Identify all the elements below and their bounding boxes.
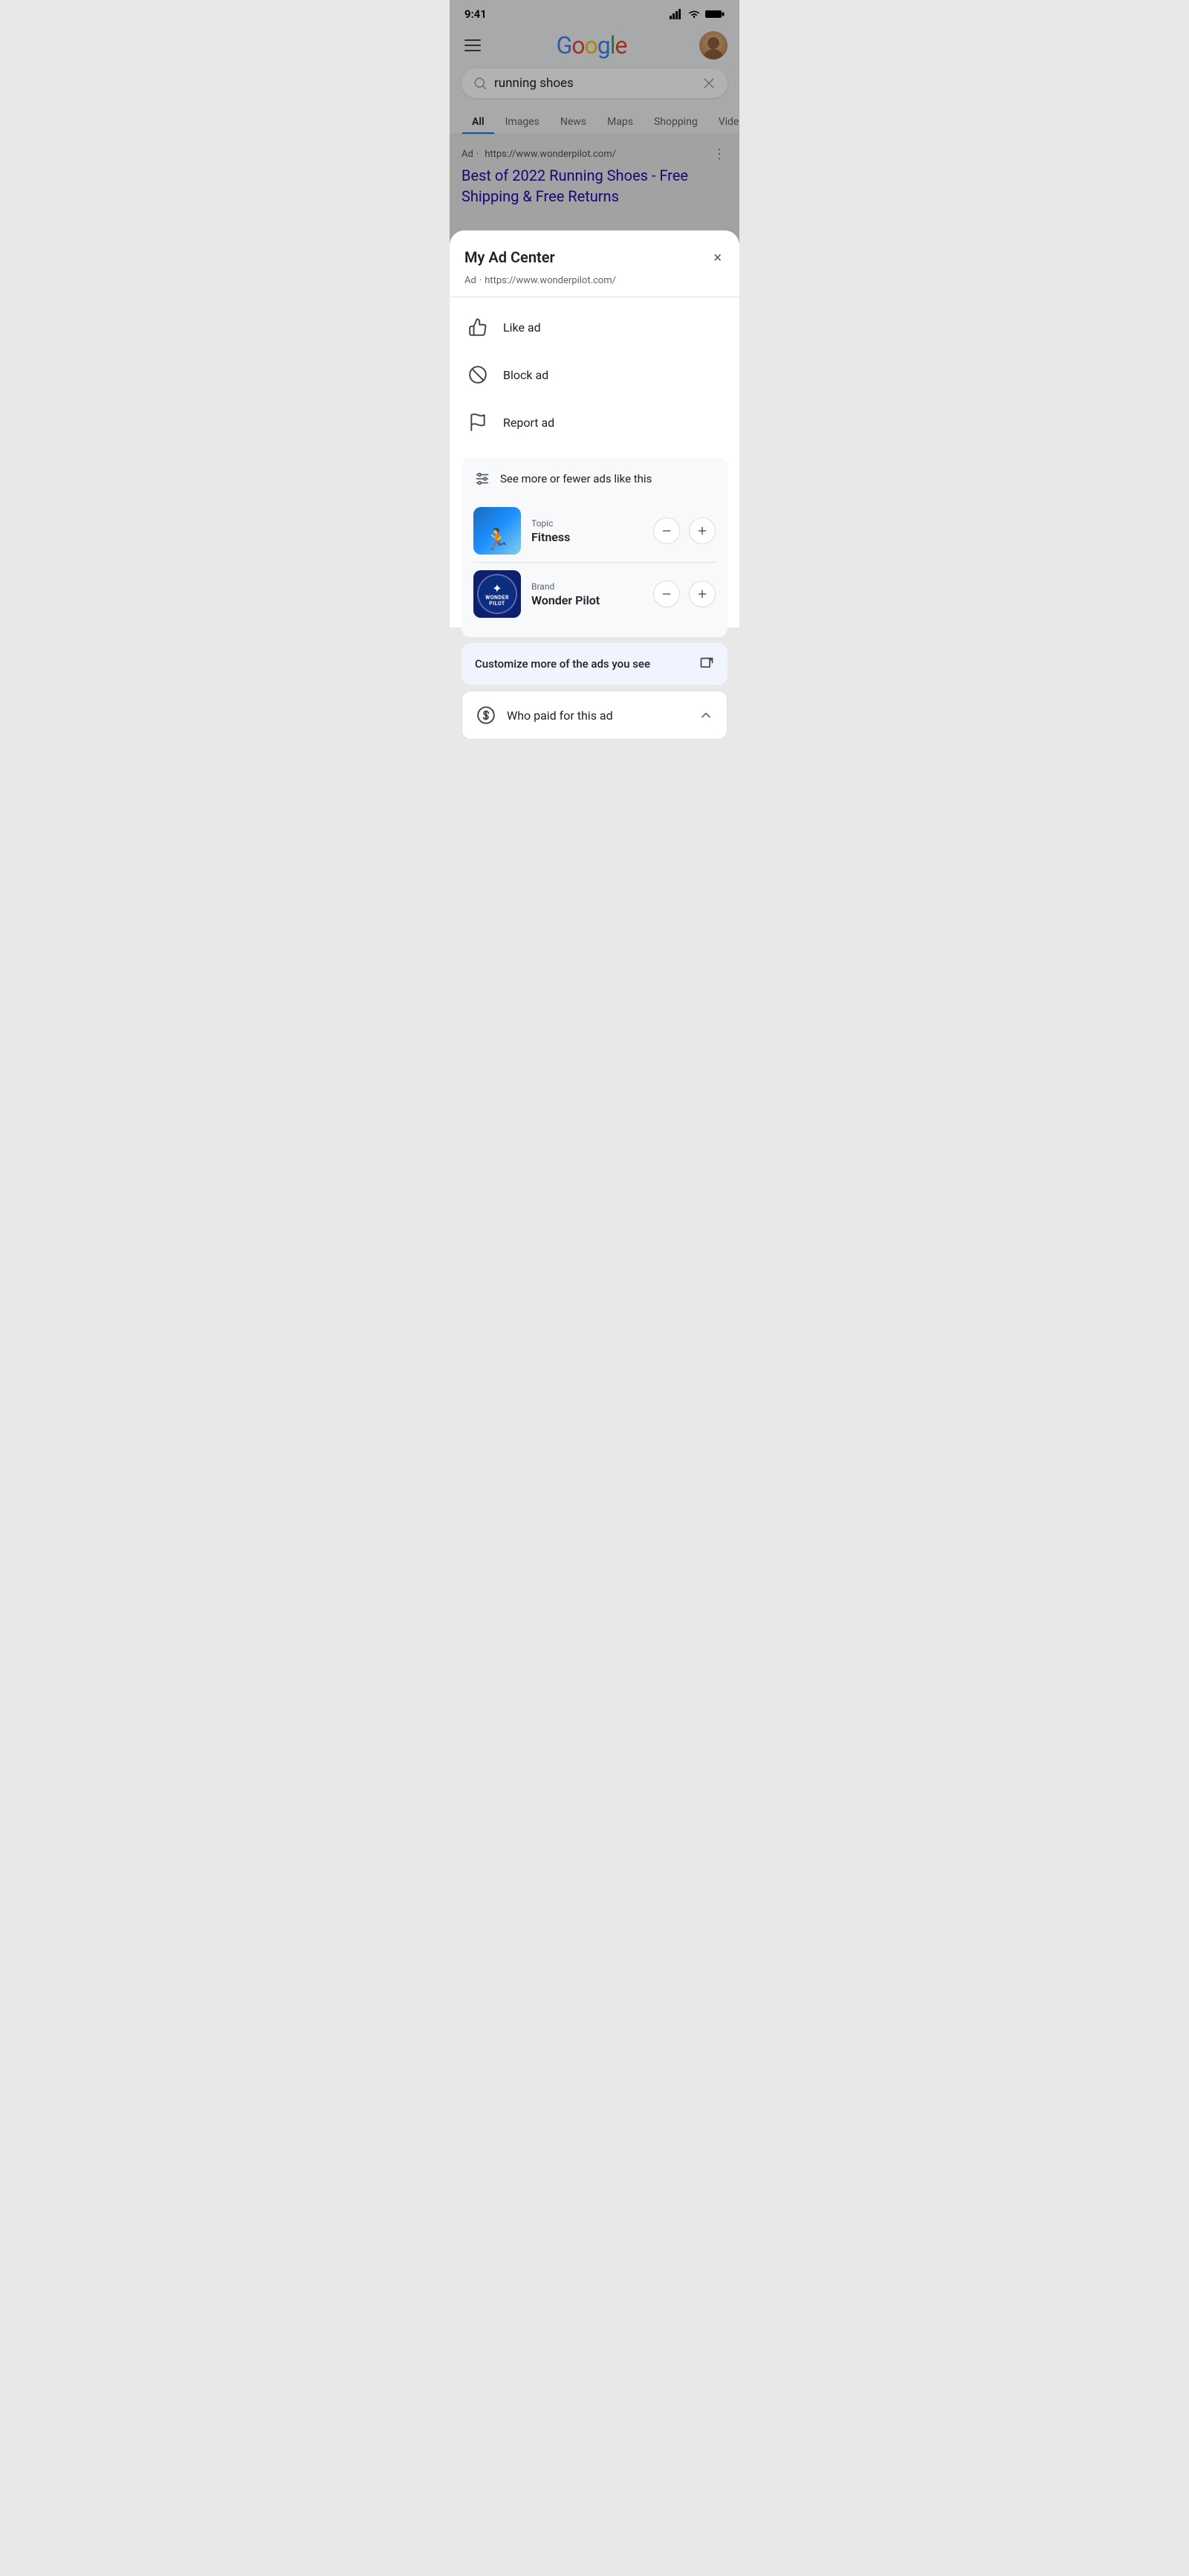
sheet-ad-info: Ad · https://www.wonderpilot.com/ (450, 275, 739, 297)
external-link-icon (699, 656, 714, 671)
pref-card-title: See more or fewer ads like this (500, 472, 652, 485)
brand-name: Wonder Pilot (531, 593, 643, 607)
sliders-icon (473, 470, 491, 488)
brand-controls (653, 581, 716, 607)
brand-info: Brand Wonder Pilot (531, 581, 643, 607)
fitness-increase-button[interactable] (689, 517, 716, 544)
fitness-type: Topic (531, 518, 643, 529)
dollar-circle-icon (476, 705, 496, 726)
sheet-title: My Ad Center (464, 248, 555, 266)
like-ad-label: Like ad (503, 320, 541, 335)
sheet-close-button[interactable]: × (710, 245, 725, 269)
customize-row[interactable]: Customize more of the ads you see (461, 643, 728, 685)
pref-row-brand: ✦ WONDERPILOT Brand Wonder Pilot (473, 562, 716, 625)
fitness-decrease-button[interactable] (653, 517, 680, 544)
fitness-controls (653, 517, 716, 544)
my-ad-center-sheet: My Ad Center × Ad · https://www.wonderpi… (450, 230, 739, 627)
sheet-ad-label: Ad (464, 275, 476, 286)
thumbs-up-icon (467, 317, 488, 338)
customize-text: Customize more of the ads you see (475, 657, 650, 671)
sheet-header: My Ad Center × (450, 230, 739, 275)
brand-decrease-button[interactable] (653, 581, 680, 607)
who-paid-row[interactable]: Who paid for this ad (461, 691, 728, 740)
chevron-up-icon (699, 708, 713, 723)
fitness-name: Fitness (531, 530, 643, 544)
block-icon (467, 364, 488, 385)
sheet-ad-url: https://www.wonderpilot.com/ (485, 275, 616, 286)
block-ad-label: Block ad (503, 368, 548, 382)
fitness-image (473, 507, 521, 555)
brand-image: ✦ WONDERPILOT (473, 570, 521, 618)
brand-circle: ✦ WONDERPILOT (477, 574, 517, 614)
pref-card-header: See more or fewer ads like this (473, 470, 716, 488)
like-ad-item[interactable]: Like ad (450, 303, 739, 351)
preference-card: See more or fewer ads like this Topic Fi… (461, 458, 728, 637)
flag-icon (467, 412, 488, 433)
pref-row-fitness: Topic Fitness (473, 500, 716, 562)
report-ad-label: Report ad (503, 416, 554, 430)
menu-items: Like ad Block ad Report ad (450, 297, 739, 452)
who-paid-text: Who paid for this ad (507, 708, 613, 723)
block-ad-item[interactable]: Block ad (450, 351, 739, 398)
brand-type: Brand (531, 581, 643, 592)
brand-increase-button[interactable] (689, 581, 716, 607)
fitness-info: Topic Fitness (531, 518, 643, 544)
report-ad-item[interactable]: Report ad (450, 398, 739, 446)
who-paid-left: Who paid for this ad (476, 705, 613, 726)
